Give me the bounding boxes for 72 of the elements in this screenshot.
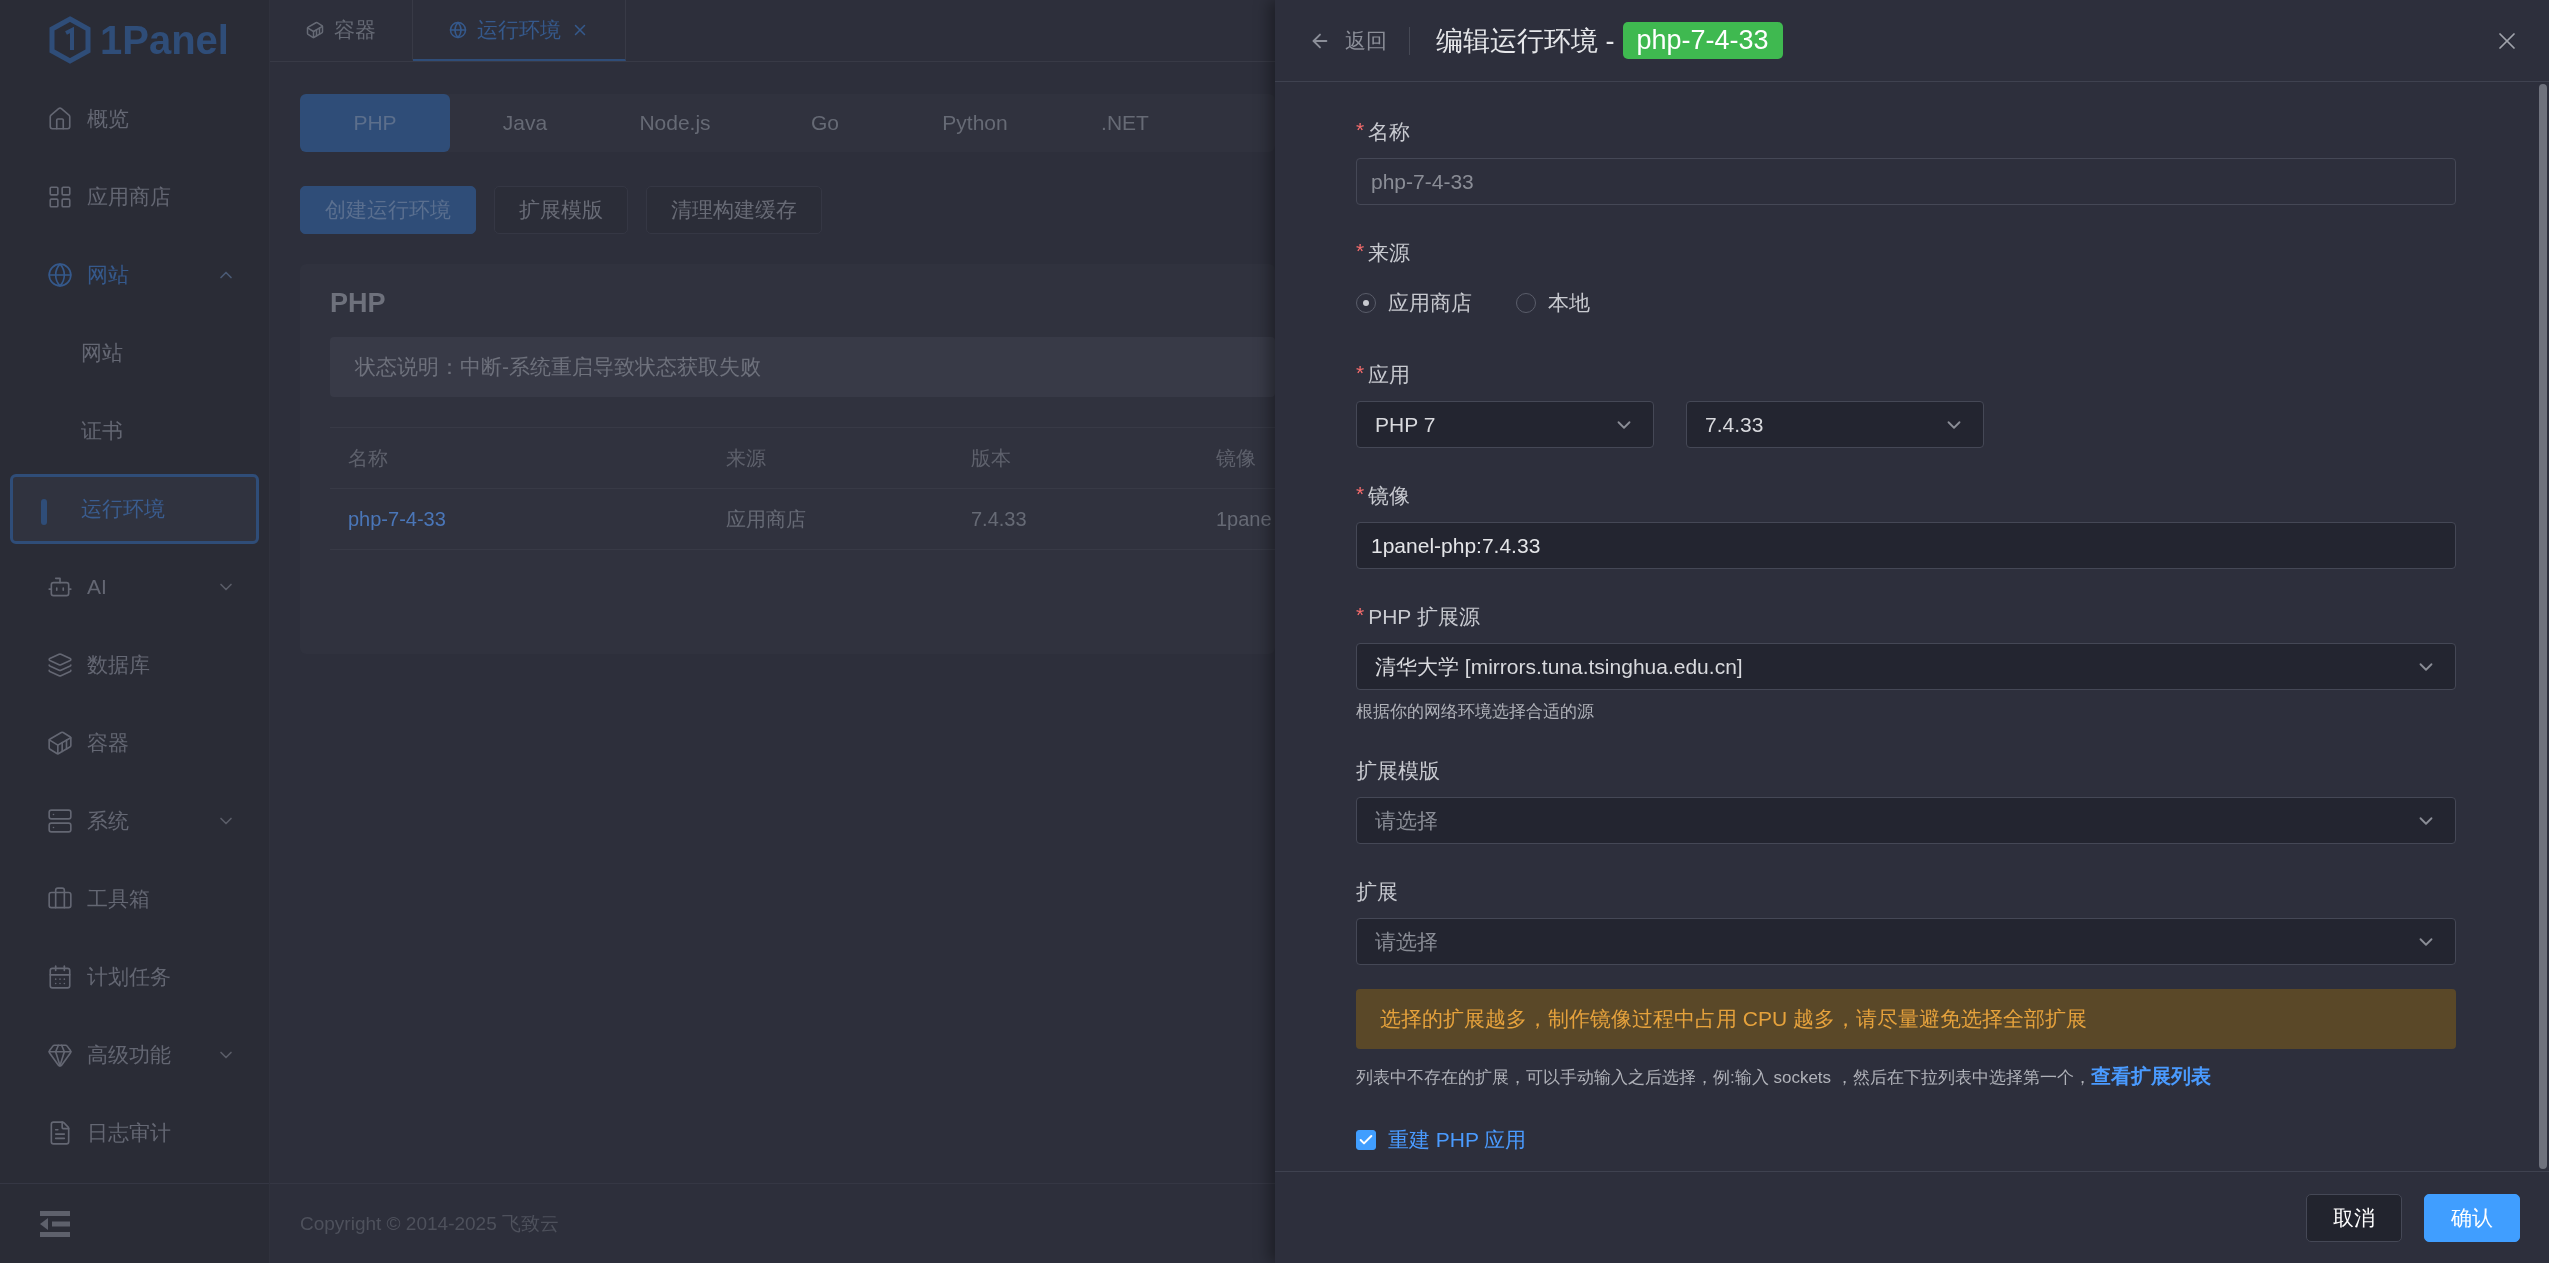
required-mark: * xyxy=(1356,603,1365,628)
layers-icon xyxy=(47,652,73,678)
runtime-tab[interactable]: Node.js xyxy=(600,94,750,152)
logo: 1Panel xyxy=(0,0,269,80)
sidebar-item[interactable]: AI xyxy=(10,552,259,622)
radio-option[interactable]: 应用商店 xyxy=(1356,289,1472,317)
sidebar-item[interactable]: 应用商店 xyxy=(10,162,259,232)
collapse-menu-icon[interactable] xyxy=(40,1210,70,1237)
warning-alert: 选择的扩展越多，制作镜像过程中占用 CPU 越多，请尽量避免选择全部扩展 xyxy=(1356,989,2456,1049)
field-label: 扩展 xyxy=(1356,879,1398,905)
table-cell-text: 7.4.33 xyxy=(971,507,1028,531)
runtime-tab[interactable]: Java xyxy=(450,94,600,152)
page-tab[interactable]: 运行环境 xyxy=(413,0,626,61)
hexagon-icon xyxy=(48,16,92,64)
field-label: 镜像 xyxy=(1368,483,1411,509)
back-link[interactable]: 返回 xyxy=(1309,26,1410,55)
diamond-icon xyxy=(47,1042,73,1068)
extension-list-link[interactable]: 查看扩展列表 xyxy=(2090,1063,2211,1090)
sidebar-subitem[interactable]: 网站 xyxy=(10,318,259,388)
sidebar-item[interactable]: 计划任务 xyxy=(10,942,259,1012)
sidebar-subitem[interactable]: 运行环境 xyxy=(10,474,259,544)
home-icon xyxy=(47,106,73,132)
scrollbar-thumb[interactable] xyxy=(2539,84,2547,1169)
sidebar-item[interactable]: 系统 xyxy=(10,786,259,856)
server-icon xyxy=(47,808,73,834)
sidebar-item[interactable]: 容器 xyxy=(10,708,259,778)
required-mark: * xyxy=(1356,482,1365,507)
sidebar-item[interactable]: 网站 xyxy=(10,240,259,310)
card-title: PHP xyxy=(330,288,387,319)
field-label: PHP 扩展源 xyxy=(1368,604,1480,630)
sidebar-item[interactable]: 日志审计 xyxy=(10,1098,259,1168)
calendar-icon xyxy=(47,964,73,990)
select-field[interactable]: 请选择 xyxy=(1356,797,2456,844)
name-link[interactable]: php-7-4-33 xyxy=(348,507,726,531)
grid-icon xyxy=(47,184,73,210)
select-field[interactable]: 请选择 xyxy=(1356,918,2456,965)
required-mark: * xyxy=(1356,361,1365,386)
sidebar-item[interactable]: 高级功能 xyxy=(10,1020,259,1090)
field-label: 应用 xyxy=(1368,362,1411,388)
rebuild-checkbox[interactable]: 重建 PHP 应用 xyxy=(1356,1126,2537,1154)
runtime-tab[interactable]: Python xyxy=(900,94,1050,152)
sidebar-item[interactable]: 数据库 xyxy=(10,630,259,700)
runtime-tab[interactable]: Go xyxy=(750,94,900,152)
sidebar-item[interactable]: 概览 xyxy=(10,84,259,154)
sidebar-subitem[interactable]: 证书 xyxy=(10,396,259,466)
globe-icon xyxy=(449,20,467,39)
table-cell-text: 应用商店 xyxy=(726,506,807,532)
select-field[interactable]: 7.4.33 xyxy=(1686,401,1984,448)
sidebar-item[interactable]: 工具箱 xyxy=(10,864,259,934)
name-badge: php-7-4-33 xyxy=(1622,22,1783,59)
field-label: 名称 xyxy=(1368,119,1411,145)
select-field[interactable]: PHP 7 xyxy=(1356,401,1654,448)
confirm-button[interactable]: 确认 xyxy=(2424,1193,2520,1242)
drawer-title: 编辑运行环境 - xyxy=(1436,24,1615,58)
table-cell-text: 1pane xyxy=(1216,507,1273,531)
globe-icon xyxy=(47,262,73,288)
container-icon xyxy=(47,730,73,756)
select-field[interactable]: 清华大学 [mirrors.tuna.tsinghua.edu.cn] xyxy=(1356,643,2456,690)
action-button[interactable]: 清理构建缓存 xyxy=(646,186,822,234)
runtime-tab[interactable]: .NET xyxy=(1050,94,1200,152)
field-label: 来源 xyxy=(1368,240,1411,266)
container-icon xyxy=(306,20,324,39)
radio-option[interactable]: 本地 xyxy=(1516,289,1590,317)
cancel-button[interactable]: 取消 xyxy=(2306,1193,2402,1242)
required-mark: * xyxy=(1356,239,1365,264)
help-text: 列表中不存在的扩展，可以手动输入之后选择，例:输入 sockets ，然后在下拉列表中选择第一个，查看扩展列表 xyxy=(1356,1063,2537,1090)
page-tab[interactable]: 容器 xyxy=(270,0,413,61)
field-label: 扩展模版 xyxy=(1356,758,1440,784)
text-field[interactable]: 1panel-php:7.4.33 xyxy=(1356,522,2456,569)
field-hint: 根据你的网络环境选择合适的源 xyxy=(1356,701,1595,723)
required-mark: * xyxy=(1356,118,1365,143)
action-button[interactable]: 扩展模版 xyxy=(494,186,628,234)
